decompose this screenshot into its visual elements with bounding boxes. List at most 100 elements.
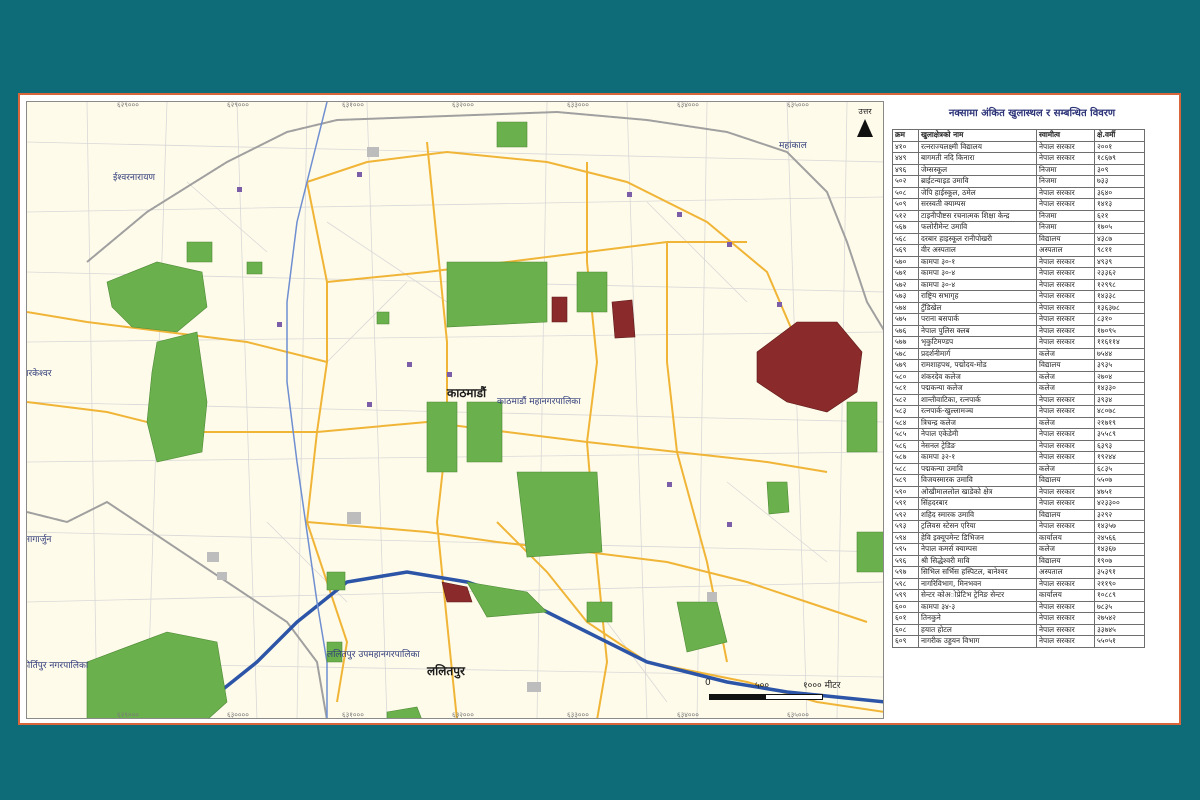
table-row: ५९५ नेपाल कमर्स क्याम्पस कलेज १४३६७ — [892, 543, 1145, 556]
cell-name: ब्राईटन्याइड उमावि — [918, 175, 1037, 188]
cell-name: कामपा ३४-३ — [918, 600, 1037, 613]
cell-ownership: कलेज — [1036, 543, 1095, 556]
cell-name: नेसनल ट्रेडिङ — [918, 439, 1037, 452]
cell-area: १२९९८ — [1094, 278, 1145, 291]
tick-label: ६३३००० — [567, 711, 589, 719]
cell-name: शहिद स्मारक उमावि — [918, 508, 1037, 521]
cell-area: १४३६७ — [1094, 543, 1145, 556]
cell-serial: ५९४ — [892, 531, 919, 544]
label-kirtipur: कीर्तिपुर नगरपालिका — [26, 661, 89, 671]
cell-serial: ५७३ — [892, 290, 919, 303]
table-row: ५७६ नेपाल पुलिस क्लब नेपाल सरकार १७०९५ — [892, 324, 1145, 337]
cell-name: ट्रलिवस स्टेसन एरिया — [918, 520, 1037, 533]
scale-end: १००० मीटर — [803, 681, 841, 691]
cell-name: नेपाल पुलिस क्लब — [918, 324, 1037, 337]
table-row: ६०८ हयात होटल नेपाल सरकार ३३७४५ — [892, 623, 1145, 636]
cell-ownership: नेपाल सरकार — [1036, 520, 1095, 533]
cell-ownership: विद्यालय — [1036, 232, 1095, 245]
cell-area: २१७१९ — [1094, 416, 1145, 429]
label-kathmandu: काठमाडौं — [447, 386, 487, 400]
cell-name: विजयस्मारक उमावि — [918, 474, 1037, 487]
cell-ownership: नेपाल सरकार — [1036, 600, 1095, 613]
cell-name: कामपा ३२-१ — [918, 451, 1037, 464]
cell-area: १९२४४ — [1094, 451, 1145, 464]
cell-area: ३३७४५ — [1094, 623, 1145, 636]
table-row: ५९४ हेवि इक्यूपमेन्ट डिभिजन कार्यालय २४५६६ — [892, 531, 1145, 544]
cell-serial: ५८८ — [892, 462, 919, 475]
cell-name: कामपा ३०-१ — [918, 255, 1037, 268]
cell-ownership: कलेज — [1036, 462, 1095, 475]
map-canvas — [27, 102, 883, 718]
cell-name: कामपा ३०-४ — [918, 267, 1037, 280]
cell-name: राष्ट्रिय सभागृह — [918, 290, 1037, 303]
tick-label: ६३२००० — [452, 101, 474, 109]
table-row: ५९३ ट्रलिवस स्टेसन एरिया नेपाल सरकार १४३५७ — [892, 520, 1145, 533]
cell-ownership: नेपाल सरकार — [1036, 152, 1095, 165]
header-ownership: स्वामीत्व — [1036, 129, 1095, 142]
cell-name: सरस्वती क्याम्पस — [918, 198, 1037, 211]
table-row: ५८४ त्रिचन्द्र कलेज कलेज २१७१९ — [892, 416, 1145, 429]
cell-name: नेपाल एकेडेमी — [918, 428, 1037, 441]
map-panel: ६२९००० ६२९००० ६३१००० ६३२००० ६३३००० ६३४००… — [26, 101, 884, 719]
table-row: ५०९ सरस्वती क्याम्पस नेपाल सरकार १४१३ — [892, 198, 1145, 211]
table-row: ५६८ दरबार हाइस्कूल रानीपोखरी विद्यालय ४३८७ — [892, 232, 1145, 245]
cell-area: २११९० — [1094, 577, 1145, 590]
cell-serial: ५६९ — [892, 244, 919, 257]
cell-serial: ५९२ — [892, 508, 919, 521]
cell-ownership: कलेज — [1036, 416, 1095, 429]
cell-name: पद्मकन्या कलेज — [918, 382, 1037, 395]
tick-label: ६३१००० — [342, 101, 364, 109]
cell-serial: ५७४ — [892, 301, 919, 314]
tick-label: ६३३००० — [567, 101, 589, 109]
cell-area: ३९३५ — [1094, 359, 1145, 372]
cell-serial: ५९५ — [892, 543, 919, 556]
cell-serial: ५९९ — [892, 589, 919, 602]
cell-ownership: नेपाल सरकार — [1036, 635, 1095, 648]
cell-serial: ५८६ — [892, 439, 919, 452]
cell-ownership: नेपाल सरकार — [1036, 324, 1095, 337]
table-row: ४४९ बागमती नदि किनारा नेपाल सरकार १८६७९ — [892, 152, 1145, 165]
cell-area: १४३३८ — [1094, 290, 1145, 303]
grid-ticks-top: ६२९००० ६२९००० ६३१००० ६३२००० ६३३००० ६३४००… — [27, 101, 883, 109]
cell-serial: ६०१ — [892, 612, 919, 625]
cell-serial: ५७८ — [892, 347, 919, 360]
cell-ownership: विद्यालय — [1036, 554, 1095, 567]
cell-serial: ५८४ — [892, 416, 919, 429]
tick-label: ६३०००० — [227, 711, 249, 719]
cell-serial: ५९० — [892, 485, 919, 498]
table-row: ५०२ ब्राईटन्याइड उमावि निजमा ७३३ — [892, 175, 1145, 188]
poster-frame: ६२९००० ६२९००० ६३१००० ६३२००० ६३३००० ६३४००… — [18, 93, 1181, 725]
cell-ownership: नेपाल सरकार — [1036, 198, 1095, 211]
table-row: ५७४ टुँडिखेल नेपाल सरकार १३६३७८ — [892, 301, 1145, 314]
cell-area: ३०९ — [1094, 163, 1145, 176]
cell-ownership: नेपाल सरकार — [1036, 255, 1095, 268]
label-lalitpur-metro: ललितपुर उपमहानगरपालिका — [327, 650, 420, 660]
cell-ownership: नेपाल सरकार — [1036, 313, 1095, 326]
open-space-table-panel: नक्सामा अंकित खुलास्थल र सम्बन्धित विवरण… — [890, 101, 1174, 719]
cell-serial: ५९६ — [892, 554, 919, 567]
table-header-row: क्रम खुलाक्षेत्रको नाम स्वामीत्व क्षे.वर… — [892, 129, 1145, 142]
cell-name: नेपाल कमर्स क्याम्पस — [918, 543, 1037, 556]
table-row: ५७१ कामपा ३०-४ नेपाल सरकार २३३६२ — [892, 267, 1145, 280]
table-row: ५८९ विजयस्मारक उमावि विद्यालय ५५०७ — [892, 474, 1145, 487]
table-row: ६०० कामपा ३४-३ नेपाल सरकार ७८३५ — [892, 600, 1145, 613]
tick-label: ६३५००० — [787, 101, 809, 109]
cell-area: ७३३ — [1094, 175, 1145, 188]
cell-ownership: नेपाल सरकार — [1036, 290, 1095, 303]
table-row: ५७५ पराना बसपार्क नेपाल सरकार ८३१० — [892, 313, 1145, 326]
header-serial: क्रम — [892, 129, 919, 142]
cell-ownership: कलेज — [1036, 382, 1095, 395]
table-row: ६०९ नागरीक उड्डयन विभाग नेपाल सरकार ५५०५१ — [892, 635, 1145, 648]
tick-label: ६३४००० — [677, 101, 699, 109]
cell-area: ४३८७ — [1094, 232, 1145, 245]
cell-serial: ५७० — [892, 255, 919, 268]
cell-serial: ५९३ — [892, 520, 919, 533]
tick-label: ६२९००० — [117, 101, 139, 109]
cell-name: नागरिविभाग, मिनभवन — [918, 577, 1037, 590]
cell-serial: ५८० — [892, 370, 919, 383]
cell-ownership: कार्यालय — [1036, 531, 1095, 544]
scale-bar: 0 ५०० १००० मीटर — [703, 678, 863, 706]
cell-area: ८३१० — [1094, 313, 1145, 326]
cell-serial: ६०९ — [892, 635, 919, 648]
cell-area: ७८३५ — [1094, 600, 1145, 613]
